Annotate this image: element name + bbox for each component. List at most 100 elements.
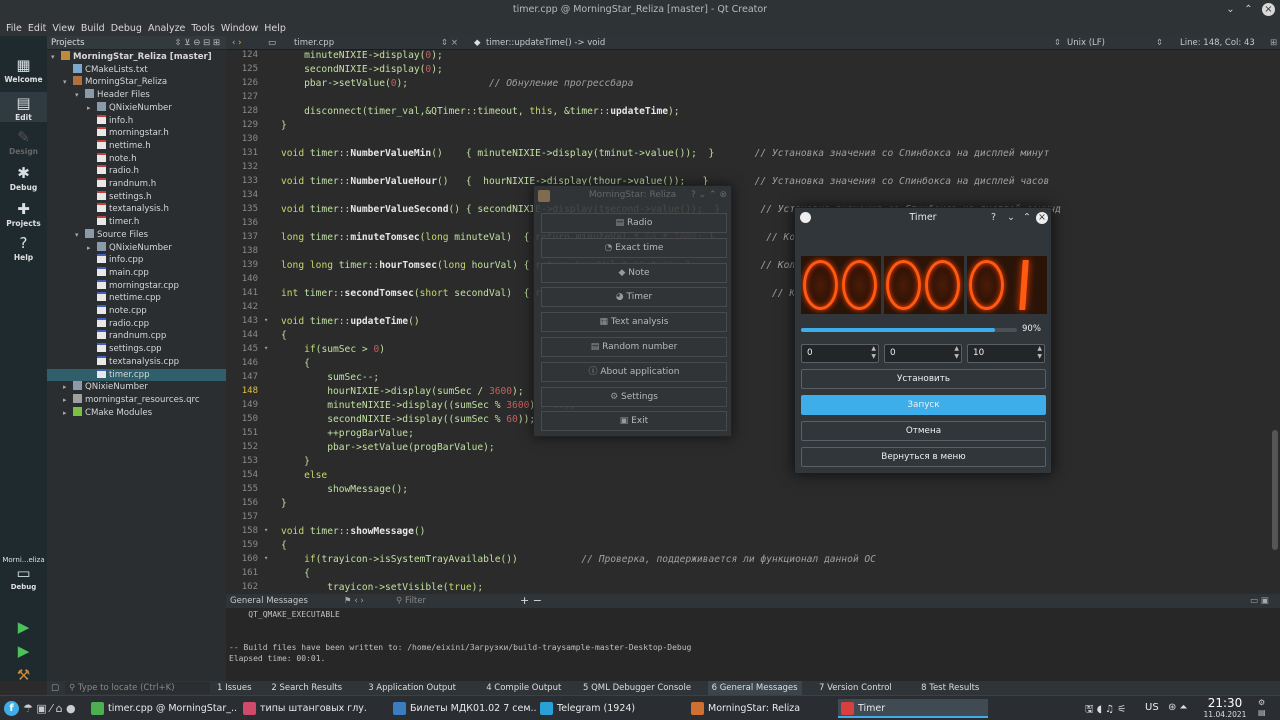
mode-debug[interactable]: ✱ Debug [0, 164, 47, 192]
tree-item[interactable]: randnum.h [47, 178, 226, 191]
spin-arrows-icon[interactable]: ▲ ▼ [954, 345, 959, 361]
expand-arrow-icon[interactable]: ▾ [75, 229, 85, 242]
code-line[interactable]: pbar->setValue(0); // Обнуление прогресс… [281, 78, 633, 89]
menu-view[interactable]: View [52, 23, 75, 34]
mode-edit[interactable]: ▤ Edit [0, 92, 47, 122]
timer-maximize-icon[interactable]: ⌃ [1023, 208, 1031, 228]
timer-close-icon[interactable]: × [1036, 212, 1048, 224]
code-line[interactable]: minuteNIXIE->display(0); [281, 50, 443, 61]
menu-button-text-analysis[interactable]: ▦ Text analysis [541, 312, 727, 333]
menu-button-random-number[interactable]: ▤ Random number [541, 337, 727, 357]
tree-item[interactable]: note.cpp [47, 305, 226, 318]
expand-arrow-icon[interactable]: ▸ [87, 242, 97, 255]
menu-button-about-application[interactable]: ⓘ About application [541, 361, 727, 382]
run-button[interactable]: ▶ [0, 618, 47, 636]
help-button-icon[interactable]: ? [991, 208, 996, 228]
tray-icon[interactable]: 🖫 ◖ ♫ ⚟ [1085, 702, 1126, 719]
code-line[interactable]: { [281, 568, 310, 579]
task-button[interactable]: MorningStar: Reliza [688, 699, 834, 718]
fold-arrow-icon[interactable]: ▾ [264, 316, 268, 324]
locator-input[interactable]: ⚲ Type to locate (Ctrl+K) [65, 682, 210, 694]
fold-arrow-icon[interactable]: ▾ [264, 526, 268, 534]
code-line[interactable]: } [281, 456, 310, 467]
zoom-controls[interactable]: + − [520, 594, 542, 608]
timer-minimize-icon[interactable]: ⌄ [1007, 208, 1015, 228]
file-combo[interactable]: timer.cpp [294, 36, 334, 50]
expand-arrow-icon[interactable]: ▾ [63, 76, 73, 89]
tree-item[interactable]: morningstar.cpp [47, 279, 226, 293]
code-line[interactable]: { [281, 330, 287, 341]
start-button[interactable]: Запуск [801, 395, 1046, 415]
quicklaunch-icon[interactable]: ☂ ▣ ⁄ ⌂ ● [23, 702, 76, 715]
clock[interactable]: 21:30 11.04.2021 [1198, 697, 1252, 720]
mode-help[interactable]: ? Help [0, 234, 47, 262]
code-line[interactable]: ++progBarValue; [281, 428, 414, 439]
menu-button-note[interactable]: ◆ Note [541, 262, 727, 283]
code-line[interactable]: secondNIXIE->display((sumSec % 60)); [281, 414, 535, 425]
code-line[interactable]: else [281, 470, 327, 481]
tree-item[interactable]: textanalysis.cpp [47, 355, 226, 369]
code-line[interactable]: sumSec--; [281, 372, 379, 383]
menu-build[interactable]: Build [81, 23, 105, 34]
code-line[interactable]: hourNIXIE->display(sumSec / 3600); [281, 386, 523, 397]
encoding-label[interactable]: Unix (LF) [1067, 36, 1105, 50]
tree-item[interactable]: ▸ morningstar_resources.qrc [47, 393, 226, 407]
code-line[interactable]: { [281, 358, 310, 369]
tree-item[interactable]: info.cpp [47, 254, 226, 267]
sidebar-toggle-icon[interactable]: ▢ [51, 681, 59, 695]
tree-item[interactable]: settings.cpp [47, 343, 226, 356]
task-button[interactable]: типы штанговых глу... [240, 699, 368, 718]
tree-item[interactable]: morningstar.h [47, 127, 226, 140]
menu-help[interactable]: Help [264, 23, 286, 34]
task-button[interactable]: Telegram (1924) [537, 699, 683, 718]
second-spinbox[interactable]: 10 ▲ ▼ [967, 344, 1045, 363]
tree-item[interactable]: ▾ Source Files [47, 228, 226, 242]
task-button[interactable]: Билеты МДК01.02 7 сем.... [390, 699, 536, 718]
panel-tools-icon[interactable]: ⇳ ⊻ ⊖ ⊟ ⊞ [174, 36, 220, 50]
keyboard-layout[interactable]: US [1145, 702, 1159, 713]
close-file-icon[interactable]: ⇕ × [441, 36, 458, 50]
tree-item[interactable]: ▸ CMake Modules [47, 406, 226, 420]
menu-button-exit[interactable]: ▣ Exit [541, 411, 727, 432]
set-button[interactable]: Установить [801, 369, 1046, 389]
network-icon[interactable]: ⊛ ⏶ [1168, 702, 1188, 713]
menu-edit[interactable]: Edit [28, 23, 46, 34]
tree-item[interactable]: radio.cpp [47, 317, 226, 331]
mode-design[interactable]: ✎ Design [0, 128, 47, 156]
menu-tools[interactable]: Tools [191, 23, 214, 34]
split-icon[interactable]: ⊞ [1270, 36, 1277, 50]
cancel-button[interactable]: Отмена [801, 421, 1046, 441]
maximize-icon[interactable]: ⌃ [1242, 3, 1255, 16]
output-tab[interactable]: 7 Version Control [815, 681, 896, 695]
code-line[interactable]: if(sumSec > 0) [281, 344, 385, 355]
app-launcher-icon[interactable]: f [4, 701, 19, 716]
back-icon[interactable]: ‹ › [232, 36, 242, 50]
minimize-icon[interactable]: ⌄ [1224, 3, 1237, 16]
code-line[interactable]: void timer::NumberValueMin() { minuteNIX… [281, 148, 1049, 159]
tree-item[interactable]: ▸ QNixieNumber [47, 101, 226, 115]
clear-icon[interactable]: ⚑ ‹ › [344, 594, 364, 608]
menu-button-exact-time[interactable]: ◔ Exact time [541, 237, 727, 258]
minute-spinbox[interactable]: 0 ▲ ▼ [884, 344, 962, 363]
spin-arrows-icon[interactable]: ▲ ▼ [871, 345, 876, 361]
symbol-combo[interactable]: timer::updateTime() -> void [486, 36, 605, 50]
menu-debug[interactable]: Debug [111, 23, 142, 34]
output-tab[interactable]: 4 Compile Output [482, 681, 565, 695]
kit-selector[interactable]: Morni...eliza ▭ Debug [0, 556, 47, 591]
fold-arrow-icon[interactable]: ▾ [264, 344, 268, 352]
filter-input[interactable]: ⚲ Filter [396, 594, 426, 608]
tree-item[interactable]: timer.h [47, 216, 226, 229]
code-line[interactable]: { [281, 540, 287, 551]
tree-item[interactable]: settings.h [47, 190, 226, 204]
scrollbar-thumb[interactable] [1272, 430, 1278, 550]
expand-arrow-icon[interactable]: ▸ [63, 394, 73, 407]
expand-arrow-icon[interactable]: ▸ [63, 381, 73, 394]
menu-window[interactable]: Window [221, 23, 258, 34]
tree-item[interactable]: timer.cpp [47, 368, 226, 382]
code-line[interactable]: } [281, 498, 287, 509]
output-tab[interactable]: 8 Test Results [917, 681, 983, 695]
tree-item[interactable]: ▾ MorningStar_Reliza [47, 76, 226, 89]
tree-item[interactable]: info.h [47, 114, 226, 128]
menu-button-settings[interactable]: ⚙ Settings [541, 386, 727, 407]
task-button[interactable]: Timer [838, 699, 988, 718]
